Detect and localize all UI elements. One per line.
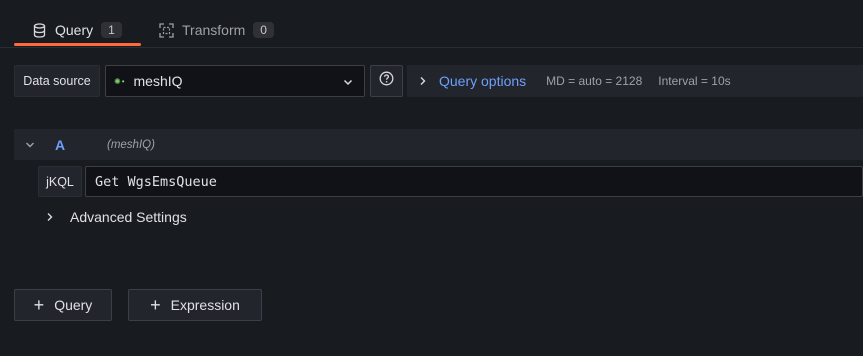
chevron-down-icon	[342, 75, 354, 87]
jkql-label: jKQL	[38, 166, 82, 197]
datasource-help-button[interactable]	[370, 65, 403, 97]
chevron-right-icon	[46, 212, 58, 222]
query-row-header[interactable]: A (meshIQ)	[14, 129, 863, 160]
tab-transform-count: 0	[253, 22, 274, 38]
advanced-settings-label: Advanced Settings	[70, 209, 187, 225]
tab-transform-label: Transform	[182, 22, 246, 38]
query-options-toggle[interactable]: Query options MD = auto = 2128 Interval …	[407, 65, 863, 97]
query-datasource-name: (meshIQ)	[107, 138, 155, 151]
advanced-settings-toggle[interactable]: Advanced Settings	[46, 205, 187, 229]
transform-icon	[158, 22, 174, 38]
jkql-query-input[interactable]: Get WgsEmsQueue	[85, 166, 863, 197]
active-tab-indicator	[14, 43, 141, 46]
add-query-button[interactable]: + Query	[14, 289, 112, 321]
help-icon	[379, 71, 394, 91]
add-expression-button[interactable]: + Expression	[128, 289, 262, 321]
datasource-picker[interactable]: ✺• meshIQ	[105, 65, 365, 97]
tab-transform[interactable]: Transform 0	[158, 14, 274, 46]
query-options-title: Query options	[439, 73, 527, 89]
add-query-label: Query	[54, 297, 93, 313]
plus-icon: +	[33, 295, 45, 315]
chevron-down-icon[interactable]	[25, 141, 37, 149]
query-options-interval: Interval = 10s	[658, 74, 731, 88]
datasource-label: Data source	[14, 65, 100, 97]
query-ref-id[interactable]: A	[55, 137, 107, 153]
query-options-md: MD = auto = 2128	[546, 74, 643, 88]
database-icon	[31, 22, 47, 38]
tab-bar	[0, 0, 863, 48]
tab-query-count: 1	[101, 22, 122, 38]
tab-query-label: Query	[55, 22, 94, 38]
plus-icon: +	[150, 295, 161, 315]
add-expression-label: Expression	[170, 297, 240, 313]
meshiq-logo-icon: ✺•	[114, 76, 126, 86]
chevron-right-icon	[419, 76, 427, 86]
datasource-value: meshIQ	[133, 73, 183, 89]
tab-query[interactable]: Query 1	[31, 14, 122, 46]
